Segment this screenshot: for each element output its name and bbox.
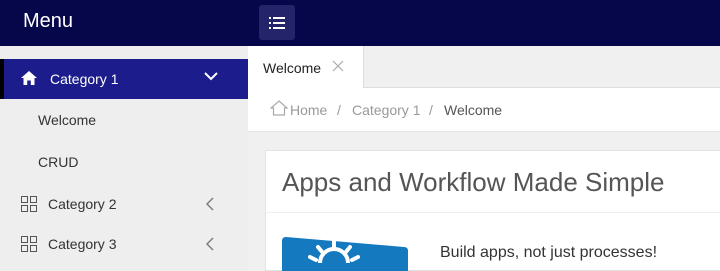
tab-welcome[interactable]: Welcome — [248, 46, 364, 89]
home-outline-icon — [270, 100, 288, 116]
sidebar-item-label: Category 3 — [48, 236, 117, 252]
breadcrumb-category-1[interactable]: Category 1 — [352, 102, 420, 118]
tab-label: Welcome — [263, 60, 322, 76]
breadcrumb-separator: / — [337, 102, 341, 118]
chevron-left-icon — [206, 237, 214, 251]
lightbulb-logo-icon — [282, 237, 408, 271]
home-icon — [21, 71, 37, 85]
breadcrumb-separator: / — [429, 102, 433, 118]
sidebar: Category 1 Welcome CRUD Category 2 Categ… — [0, 46, 248, 271]
page-title: Apps and Workflow Made Simple — [282, 167, 665, 197]
sidebar-item-label: Category 1 — [50, 71, 119, 87]
grid-icon — [21, 196, 37, 212]
sidebar-subitem-welcome[interactable]: Welcome — [38, 112, 96, 128]
grid-icon — [21, 236, 37, 252]
tab-strip: Welcome — [248, 46, 720, 89]
sidebar-item-category-2[interactable]: Category 2 — [0, 186, 248, 222]
top-bar: Menu — [0, 0, 720, 46]
sidebar-subitem-crud[interactable]: CRUD — [38, 154, 78, 170]
menu-title: Menu — [23, 10, 74, 32]
breadcrumb: Home / Category 1 / Welcome — [248, 88, 720, 132]
sidebar-item-category-1[interactable]: Category 1 — [0, 59, 248, 99]
list-icon — [269, 16, 285, 29]
close-icon[interactable] — [332, 60, 344, 72]
sidebar-item-category-3[interactable]: Category 3 — [0, 226, 248, 262]
tagline-text: Build apps, not just processes! — [440, 244, 658, 261]
chevron-down-icon — [204, 72, 218, 81]
sidebar-item-label: Category 2 — [48, 196, 117, 212]
content-panel: Apps and Workflow Made Simple Build apps… — [265, 150, 720, 271]
menu-toggle-button[interactable] — [259, 5, 295, 40]
chevron-left-icon — [206, 197, 214, 211]
divider — [266, 212, 720, 213]
breadcrumb-current: Welcome — [444, 102, 503, 118]
breadcrumb-home[interactable]: Home — [290, 102, 327, 118]
